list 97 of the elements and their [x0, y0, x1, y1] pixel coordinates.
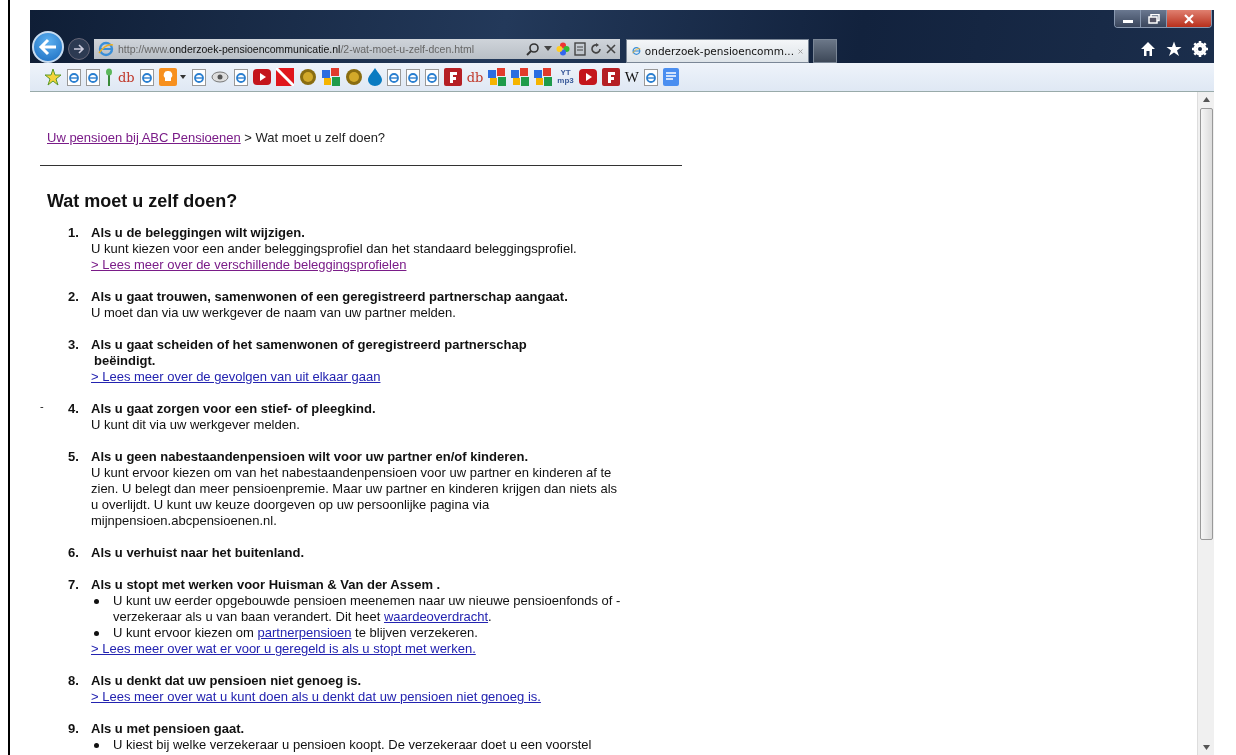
close-icon — [1183, 13, 1195, 24]
app-icon[interactable] — [443, 68, 462, 86]
item-title: Als u denkt dat uw pensioen niet genoeg is. — [91, 673, 362, 689]
bookmark-logo[interactable]: db — [466, 69, 484, 85]
item-number: 5. — [68, 449, 80, 466]
stray-mark: - — [40, 400, 44, 412]
coin-icon[interactable] — [344, 68, 363, 86]
item-title: beëindigt. — [93, 353, 156, 369]
read-more-link[interactable]: > Lees meer over wat er voor u geregeld is als u stopt met werken. — [91, 641, 476, 657]
scroll-down-icon[interactable] — [1202, 745, 1210, 750]
item-number: 9. — [68, 721, 80, 738]
plant-icon[interactable] — [105, 68, 113, 86]
item-title: Als u gaat scheiden of het samenwonen of geregistreerd partnerschap — [91, 337, 527, 353]
bullet-icon — [94, 631, 99, 636]
breadcrumb-link[interactable]: Uw pensioen bij ABC Pensioenen — [47, 130, 241, 145]
coin-icon[interactable] — [298, 68, 317, 86]
bullet-icon — [94, 743, 99, 748]
home-icon[interactable] — [1140, 41, 1156, 57]
tab-title: onderzoek-pensioencomm... — [644, 45, 794, 57]
page-icon[interactable] — [643, 68, 658, 86]
scrollbar-thumb[interactable] — [1199, 108, 1213, 540]
page-icon[interactable] — [67, 68, 81, 86]
breadcrumb: Uw pensioen bij ABC Pensioenen > Wat moet u zelf doen? — [46, 130, 387, 145]
url-text: http://www.onderzoek-pensioencommunicatie.nl/2-wat-moet-u-zelf-dcen.html — [118, 43, 475, 55]
settings-icon[interactable] — [1192, 41, 1208, 57]
close-button[interactable] — [1167, 10, 1211, 27]
drop-icon[interactable] — [367, 68, 382, 86]
search-icon[interactable] — [526, 42, 540, 56]
restore-button[interactable] — [1141, 10, 1167, 27]
page-icon[interactable] — [86, 68, 100, 86]
blocks-icon[interactable] — [534, 68, 553, 86]
page-icon[interactable] — [386, 68, 401, 86]
play-icon[interactable] — [252, 69, 271, 85]
item-text: U kunt kiezen voor een ander beleggingsprofiel dan het standaard beleggingsprofiel. — [91, 241, 577, 257]
minimize-button[interactable] — [1115, 10, 1141, 27]
restore-icon — [1147, 13, 1160, 24]
read-more-link[interactable]: > Lees meer over de gevolgen van uit elkaar gaan — [91, 369, 381, 385]
item-number: 7. — [68, 577, 80, 594]
item-title: Als u gaat zorgen voor een stief- of pleegkind. — [91, 401, 376, 417]
scrollbar[interactable] — [1197, 92, 1214, 755]
new-tab-button[interactable] — [813, 39, 837, 63]
eye-icon[interactable] — [210, 71, 229, 83]
close-icon[interactable] — [606, 44, 616, 54]
inline-link[interactable]: partnerpensioen — [257, 625, 352, 640]
read-more-link[interactable]: > Lees meer over de verschillende beleggingsprofielen — [91, 257, 407, 273]
page-icon[interactable] — [191, 68, 206, 86]
bullet-text: U kunt ervoor kiezen om partnerpensioen te blijven verzekeren. — [113, 625, 479, 641]
item-title: Als u stopt met werken voor Huisman & Van der Assem . — [91, 577, 441, 593]
compatibility-icon[interactable] — [574, 42, 586, 56]
back-arrow-icon — [38, 38, 58, 56]
item-number: 4. — [68, 401, 80, 418]
page-icon[interactable] — [405, 68, 420, 86]
item-title: Als u met pensioen gaat. — [91, 721, 245, 737]
bookmark-logo[interactable]: YT mp3 — [557, 69, 574, 85]
item-title: Als u geen nabestaandenpensioen wilt voor uw partner en/of kinderen. — [91, 449, 529, 465]
item-number: 1. — [68, 225, 80, 242]
blocks-icon[interactable] — [321, 68, 340, 86]
item-title: Als u verhuist naar het buitenland. — [91, 545, 305, 561]
page-icon[interactable] — [424, 68, 439, 86]
refresh-icon[interactable] — [590, 43, 602, 55]
page-icon[interactable] — [139, 68, 154, 86]
bookmark-logo[interactable]: db — [118, 69, 135, 85]
forward-arrow-icon — [73, 44, 85, 54]
blocks-icon[interactable] — [488, 68, 507, 86]
page-icon — [98, 41, 114, 57]
bullet-text: U kunt uw eerder opgebouwde pensioen meenemen naar uw nieuwe pensioenfonds of -verzekeraar als u van baan verandert. Dit heet waardeoverdracht. — [113, 593, 622, 625]
favorites-star-icon[interactable] — [1166, 41, 1182, 57]
item-text: U kunt dit via uw werkgever melden. — [91, 417, 300, 433]
item-text: U kunt ervoor kiezen om van het nabestaandenpensioen voor uw partner en kinderen af te zien. U belegt dan meer pensioenpremie. Maar uw partner en kinderen krijgen dan niets als u overlijdt. U kunt uw keuze doorgeven op uw persoonlijke pagina via mijnpensioen.abcpensioenen.nl. — [91, 465, 619, 529]
color-wheel-icon[interactable] — [556, 42, 570, 56]
bookmark-logo[interactable]: W — [624, 68, 639, 86]
item-number: 8. — [68, 673, 80, 690]
back-button[interactable] — [32, 31, 64, 63]
play-icon[interactable] — [578, 69, 597, 85]
close-tab-icon[interactable] — [798, 46, 803, 56]
dropdown-icon[interactable] — [544, 46, 552, 52]
read-more-link[interactable]: > Lees meer over wat u kunt doen als u denkt dat uw pensioen niet genoeg is. — [91, 689, 541, 705]
bullet-text: U kiest bij welke verzekeraar u pensioen koopt. De verzekeraar doet u een voorstel — [113, 737, 593, 753]
document-icon[interactable] — [662, 68, 679, 86]
flag-icon[interactable] — [275, 68, 294, 86]
page-heading: Wat moet u zelf doen? — [47, 191, 239, 212]
page-icon[interactable] — [233, 68, 248, 86]
favorites-star-icon[interactable] — [44, 68, 62, 86]
forward-button[interactable] — [68, 38, 90, 60]
app-icon[interactable] — [601, 68, 620, 86]
blocks-icon[interactable] — [511, 68, 530, 86]
address-bar[interactable]: http://www.onderzoek-pensioencommunicatie.nl/2-wat-moet-u-zelf-dcen.html — [94, 39, 620, 59]
item-title: Als u gaat trouwen, samenwonen of een geregistreerd partnerschap aangaat. — [91, 289, 568, 305]
bulb-icon[interactable] — [158, 68, 187, 86]
item-title: Als u de beleggingen wilt wijzigen. — [91, 225, 305, 241]
browser-tab[interactable]: onderzoek-pensioencomm... — [626, 39, 809, 63]
item-number: 6. — [68, 545, 80, 561]
item-number: 2. — [68, 289, 80, 306]
bullet-icon — [94, 599, 99, 604]
scroll-up-icon[interactable] — [1202, 97, 1210, 102]
item-number: 3. — [68, 337, 80, 354]
item-text: U moet dan via uw werkgever de naam van uw partner melden. — [91, 305, 456, 321]
